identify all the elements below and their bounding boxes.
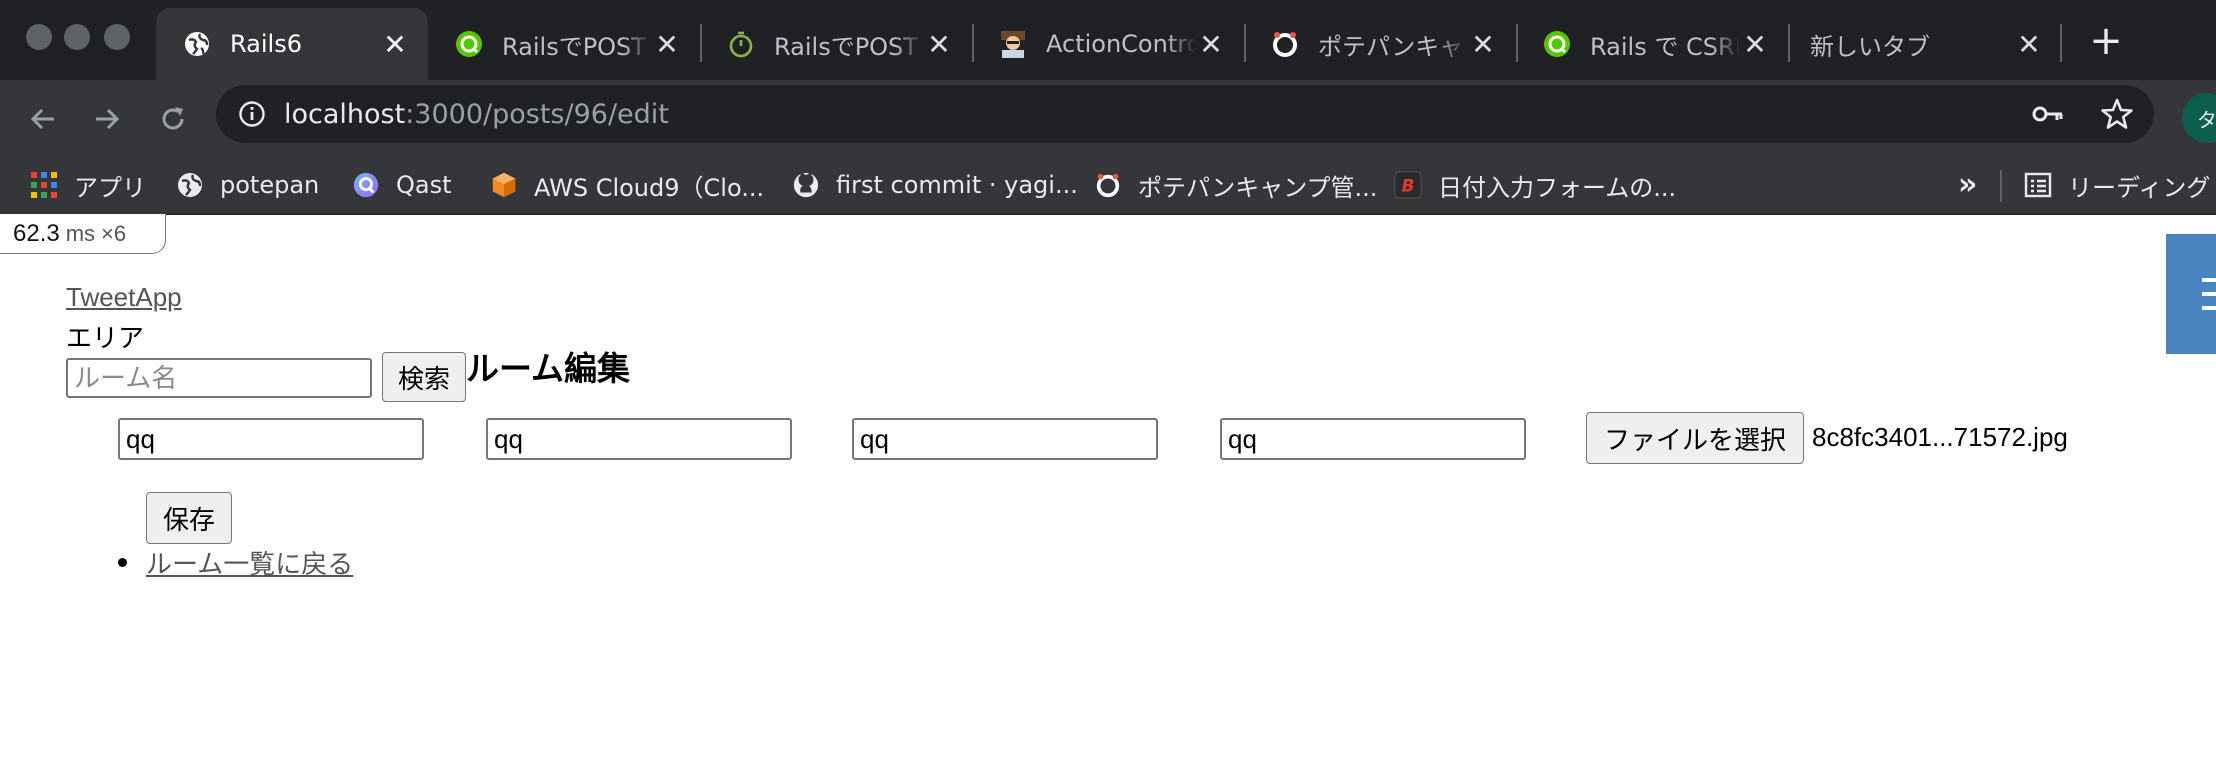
tab-strip: Rails6 ✕ RailsでPOST ✕ RailsでPOST ✕ Actio… — [0, 0, 2216, 80]
close-icon[interactable]: ✕ — [924, 28, 954, 61]
profiler-count: ×6 — [101, 220, 127, 246]
close-icon[interactable]: ✕ — [652, 28, 682, 61]
tab-potepan[interactable]: ポテパンキャン ✕ — [1244, 8, 1516, 80]
tab-rails-csrf[interactable]: Rails で CSRF ✕ — [1516, 8, 1788, 80]
close-icon[interactable]: ✕ — [1740, 28, 1770, 61]
star-icon[interactable] — [2100, 97, 2134, 131]
bookmark-github[interactable]: first commit · yagi... — [792, 158, 1078, 212]
bookmark-label: Qast — [396, 171, 452, 199]
bookmarks-bar: アプリ potepan Qast AWS Cloud9（Clo... first… — [0, 158, 2216, 215]
url-host: localhost — [284, 98, 406, 130]
page-content: TweetApp エリア 検索 ルーム編集 ファイルを選択 8c8fc3401.… — [0, 214, 2216, 780]
close-icon[interactable]: ✕ — [1468, 28, 1498, 61]
bookmark-aws-cloud9[interactable]: AWS Cloud9（Clo... — [490, 158, 764, 212]
page-title: ルーム編集 — [466, 350, 631, 387]
window-close-dot[interactable] — [26, 24, 52, 50]
github-icon — [792, 171, 820, 199]
bookmark-label: ポテパンキャンプ管... — [1138, 173, 1378, 202]
info-icon[interactable] — [238, 100, 266, 128]
svg-text:B: B — [1402, 176, 1415, 196]
back-arrow-icon[interactable] — [18, 94, 68, 144]
search-button[interactable]: 検索 — [382, 352, 466, 402]
close-icon[interactable]: ✕ — [1196, 28, 1226, 61]
back-to-rooms-link[interactable]: ルーム一覧に戻る — [146, 544, 353, 581]
room-field-3[interactable] — [852, 418, 1158, 460]
tab-title: ポテパンキャン — [1318, 32, 1468, 61]
bookmark-potepan[interactable]: potepan — [176, 158, 319, 212]
menu-line — [2202, 278, 2216, 282]
reading-list-button[interactable]: リーディング — [2024, 158, 2210, 212]
key-icon[interactable] — [2032, 99, 2064, 129]
browser-toolbar: localhost:3000/posts/96/edit タ — [0, 80, 2216, 158]
save-button[interactable]: 保存 — [146, 492, 232, 544]
tab-title: ActionContro — [1046, 30, 1196, 58]
bookmark-apps[interactable]: アプリ — [30, 158, 146, 212]
close-icon[interactable]: ✕ — [2014, 28, 2044, 61]
room-field-1[interactable] — [118, 418, 424, 460]
window-zoom-dot[interactable] — [104, 24, 130, 50]
profiler-badge[interactable]: 62.3 ms ×6 — [0, 214, 166, 254]
potepan-icon — [1094, 171, 1122, 199]
qiita-icon — [454, 29, 484, 59]
menu-line — [2202, 292, 2216, 296]
file-choose-button[interactable]: ファイルを選択 — [1586, 412, 1804, 464]
tab-rails6[interactable]: Rails6 ✕ — [156, 8, 428, 80]
cube-icon — [490, 171, 518, 199]
profiler-unit: ms — [65, 220, 96, 246]
potepan-icon — [1270, 29, 1300, 59]
list-bullet — [118, 558, 127, 567]
tab-new-tab[interactable]: 新しいタブ ✕ — [1790, 8, 2062, 80]
reading-list-label: リーディング — [2068, 173, 2211, 202]
bookmark-label: アプリ — [74, 173, 146, 202]
tab-title: RailsでPOST — [774, 32, 918, 61]
tab-title: Rails6 — [230, 30, 302, 58]
url-path: :3000/posts/96/edit — [405, 98, 669, 130]
bookmark-label: first commit · yagi... — [836, 171, 1078, 199]
room-search-input[interactable] — [66, 358, 372, 398]
bookmark-potepan-camp[interactable]: ポテパンキャンプ管... — [1094, 158, 1377, 212]
side-menu-tab[interactable] — [2166, 234, 2216, 354]
globe-icon — [176, 171, 204, 199]
tab-separator — [2060, 24, 2062, 62]
bookmark-label: potepan — [220, 171, 320, 199]
reading-list-icon — [2024, 171, 2052, 199]
profiler-time: 62.3 — [13, 219, 60, 247]
forward-arrow-icon[interactable] — [82, 94, 132, 144]
area-label: エリア — [66, 323, 145, 353]
selected-file-name: 8c8fc3401...71572.jpg — [1812, 422, 2068, 452]
tab-title: 新しいタブ — [1810, 32, 1930, 61]
brand-link[interactable]: TweetApp — [66, 282, 182, 313]
reload-icon[interactable] — [148, 94, 198, 144]
bookmark-qast[interactable]: Qast — [352, 158, 452, 212]
qiita-icon — [1542, 29, 1572, 59]
address-bar[interactable]: localhost:3000/posts/96/edit — [216, 85, 2154, 143]
close-icon[interactable]: ✕ — [380, 28, 410, 61]
bookmark-date-form[interactable]: B 日付入力フォームの... — [1394, 158, 1676, 212]
room-field-4[interactable] — [1220, 418, 1526, 460]
tab-rails-post-1[interactable]: RailsでPOST ✕ — [428, 8, 700, 80]
more-bookmarks-button[interactable]: » — [1958, 158, 1977, 212]
hatena-bookmark-icon: B — [1394, 171, 1422, 199]
new-tab-button[interactable]: + — [2084, 14, 2128, 68]
bookmark-label: 日付入力フォームの... — [1438, 173, 1677, 202]
window-minimize-dot[interactable] — [64, 24, 90, 50]
apps-grid-icon — [30, 171, 58, 199]
avatar-icon — [998, 29, 1028, 59]
tab-actioncontroller[interactable]: ActionContro ✕ — [972, 8, 1244, 80]
qast-icon — [352, 171, 380, 199]
globe-icon — [182, 29, 212, 59]
profile-avatar[interactable]: タ — [2182, 93, 2216, 143]
bookmarks-separator — [2000, 170, 2002, 202]
room-field-2[interactable] — [486, 418, 792, 460]
tab-rails-post-2[interactable]: RailsでPOST ✕ — [700, 8, 972, 80]
bookmark-label: AWS Cloud9（Clo... — [534, 173, 765, 202]
menu-line — [2202, 306, 2216, 310]
tab-title: RailsでPOST — [502, 32, 646, 61]
tab-title: Rails で CSRF — [1590, 32, 1740, 61]
timer-icon — [726, 29, 756, 59]
